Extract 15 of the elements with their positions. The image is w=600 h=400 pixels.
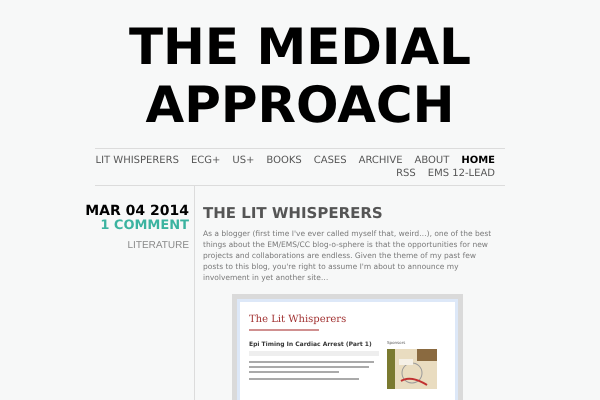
blog-title: The Lit Whisperers [249, 313, 348, 327]
post-title[interactable]: THE LIT WHISPERERS [203, 204, 495, 222]
site-title: THE MEDIAL APPROACH [128, 18, 472, 134]
nav-link[interactable]: HOME [461, 154, 495, 167]
nav-link[interactable]: US+ [232, 154, 254, 167]
post-date: MAR 04 2014 [85, 204, 189, 219]
nav-link[interactable]: EMS 12-LEAD [428, 167, 495, 180]
nav-link[interactable]: ABOUT [414, 154, 450, 167]
nav-link[interactable]: ARCHIVE [358, 154, 403, 167]
nav-link[interactable]: RSS [396, 167, 416, 180]
nav-link[interactable]: CASES [314, 154, 347, 167]
nav-link[interactable]: LIT WHISPERERS [96, 154, 179, 167]
illegible-text-drawing [249, 329, 319, 332]
nav-link[interactable]: ECG+ [190, 154, 220, 167]
nav-link[interactable]: BOOKS [266, 154, 302, 167]
